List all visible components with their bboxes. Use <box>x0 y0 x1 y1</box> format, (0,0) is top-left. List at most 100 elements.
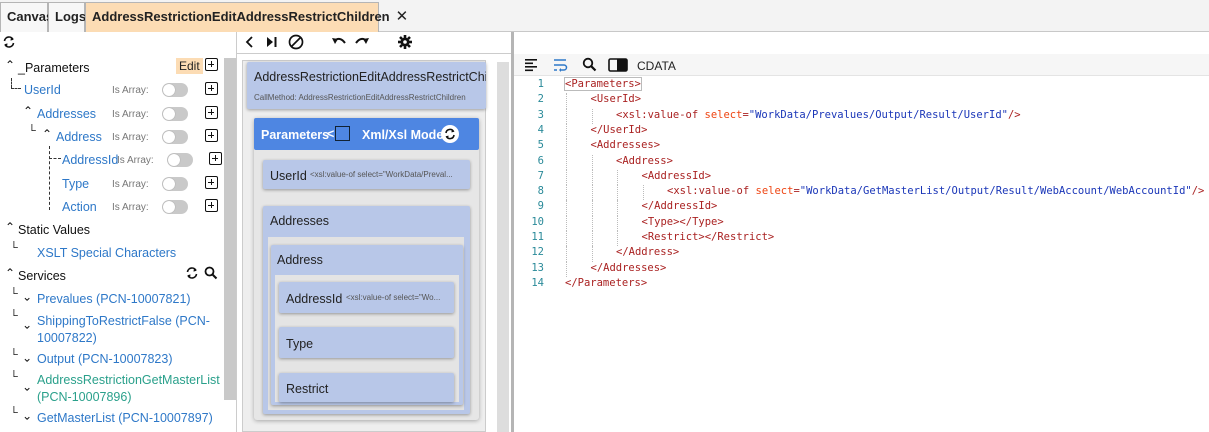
code-line[interactable]: <xsl:value-of select="WorkData/Prevalues… <box>616 109 1021 121</box>
code-line[interactable]: <Addresses> <box>591 139 661 151</box>
add-parameter-icon[interactable] <box>205 58 218 71</box>
param-addresses[interactable]: Addresses <box>37 107 96 121</box>
left-scrollbar[interactable] <box>224 58 236 400</box>
code-line[interactable]: </UserId> <box>591 124 648 136</box>
code-line[interactable]: <xsl:value-of select="WorkData/GetMaster… <box>667 185 1204 197</box>
step-forward-icon[interactable] <box>265 35 279 49</box>
chevron-down-icon[interactable]: ⌃ <box>22 350 32 364</box>
add-child-icon[interactable] <box>205 82 218 95</box>
tree-line <box>49 158 61 159</box>
refresh-services-icon[interactable] <box>185 266 199 280</box>
param-card-addressid[interactable]: AddressId <xsl:value-of select="Wo... <box>279 282 454 313</box>
gear-icon[interactable] <box>397 34 413 50</box>
code-line[interactable]: <AddressId> <box>642 170 712 182</box>
code-line[interactable]: </Parameters> <box>565 277 647 289</box>
param-card-userid[interactable]: UserId <xsl:value-of select="WorkData/Pr… <box>263 160 470 189</box>
refresh-icon[interactable] <box>2 35 16 49</box>
code-line[interactable]: <Type></Type> <box>642 216 724 228</box>
redo-icon[interactable] <box>353 35 371 49</box>
add-child-icon[interactable] <box>205 176 218 189</box>
word-wrap-icon[interactable] <box>553 58 568 72</box>
service-output[interactable]: Output (PCN-10007823) <box>37 352 173 366</box>
is-array-toggle[interactable] <box>162 200 188 214</box>
add-child-icon[interactable] <box>205 129 218 142</box>
line-number: 5 <box>537 139 544 152</box>
services-label: Services <box>18 269 66 283</box>
code-line[interactable]: <Address> <box>616 155 673 167</box>
param-addressid[interactable]: AddressId <box>62 153 118 167</box>
undo-icon[interactable] <box>330 35 348 49</box>
is-array-toggle[interactable] <box>162 83 188 97</box>
add-child-icon[interactable] <box>205 106 218 119</box>
method-card[interactable]: AddressRestrictionEditAddressRestrictChi… <box>247 62 486 109</box>
code-line[interactable]: </Addresses> <box>591 262 667 274</box>
chevron-left-icon[interactable] <box>245 35 255 49</box>
add-child-icon[interactable] <box>209 152 222 165</box>
is-array-toggle[interactable] <box>167 153 193 167</box>
indent-guide <box>566 123 567 140</box>
is-array-label: Is Array: <box>112 132 149 143</box>
service-getmasterlist-restriction-line2[interactable]: (PCN-10007896) <box>37 390 132 404</box>
chevron-down-icon[interactable]: ⌃ <box>22 289 32 303</box>
code-line[interactable]: <Parameters> <box>564 77 642 91</box>
service-getmasterlist[interactable]: GetMasterList (PCN-10007897) <box>37 411 213 425</box>
code-line[interactable]: </Address> <box>616 246 679 258</box>
chevron-down-icon[interactable]: ⌃ <box>22 408 32 422</box>
param-type[interactable]: Type <box>62 177 89 191</box>
line-number: 9 <box>537 200 544 213</box>
stop-icon[interactable] <box>288 34 304 50</box>
code-line[interactable]: </AddressId> <box>642 200 718 212</box>
indent-guide <box>591 108 593 124</box>
code-line[interactable]: <Restrict></Restrict> <box>642 231 775 243</box>
checkbox[interactable] <box>335 126 350 141</box>
chevron-up-icon[interactable]: ⌃ <box>5 58 15 72</box>
param-action[interactable]: Action <box>62 200 97 214</box>
indent-guide <box>617 200 618 216</box>
chevron-up-icon[interactable]: ⌃ <box>5 266 15 280</box>
search-services-icon[interactable] <box>204 266 218 280</box>
add-child-icon[interactable] <box>205 199 218 212</box>
format-align-icon[interactable] <box>524 58 538 72</box>
chevron-up-icon[interactable]: ⌃ <box>42 127 52 141</box>
code-editor[interactable]: 1 <Parameters> 2 <UserId> 3 <xsl:value-of sel… <box>514 76 1209 432</box>
chevron-up-icon[interactable]: ⌃ <box>5 220 15 234</box>
line-number: 8 <box>537 185 544 198</box>
tree-elbow: └ <box>10 349 18 361</box>
tab-canvas[interactable]: Canvas <box>0 2 53 32</box>
service-prevalues[interactable]: Prevalues (PCN-10007821) <box>37 292 191 306</box>
is-array-toggle[interactable] <box>162 107 188 121</box>
service-shipping-line2[interactable]: 10007822) <box>37 331 97 345</box>
chevron-up-icon[interactable]: ⌃ <box>23 104 33 118</box>
tab-active-document[interactable]: AddressRestrictionEditAddressRestrictChi… <box>85 2 408 32</box>
chevron-down-icon[interactable]: ⌃ <box>22 317 32 331</box>
indent-guide <box>566 93 567 109</box>
code-line[interactable]: <UserId> <box>591 93 642 105</box>
service-getmasterlist-restriction-line1[interactable]: AddressRestrictionGetMasterList <box>37 373 220 387</box>
line-number: 3 <box>537 108 544 121</box>
collapse-arrow-icon[interactable]: < <box>327 127 334 141</box>
param-card-addressid-label: AddressId <box>286 292 343 306</box>
mode-label: Xml/Xsl Mode <box>362 128 444 142</box>
tab-logs[interactable]: Logs <box>48 2 86 32</box>
cdata-button[interactable]: CDATA <box>637 59 676 73</box>
is-array-toggle[interactable] <box>162 177 188 191</box>
service-shipping-line1[interactable]: ShippingToRestrictFalse (PCN- <box>37 314 210 328</box>
is-array-label: Is Array: <box>112 109 149 120</box>
param-card-restrict[interactable]: Restrict <box>279 373 454 402</box>
param-userid[interactable]: UserId <box>24 83 61 97</box>
indent-guide <box>617 185 618 201</box>
close-tab-icon[interactable]: ✕ <box>396 8 409 25</box>
line-number: 10 <box>531 215 544 228</box>
param-card-type[interactable]: Type <box>279 327 454 358</box>
is-array-toggle[interactable] <box>162 130 188 144</box>
panel-toggle-icon[interactable] <box>608 58 628 72</box>
param-address[interactable]: Address <box>56 130 102 144</box>
search-icon[interactable] <box>582 57 597 72</box>
toggle-mode-icon[interactable] <box>441 125 459 143</box>
canvas-scrollbar[interactable] <box>497 62 509 432</box>
indent-guide <box>617 215 618 231</box>
static-item-xslt[interactable]: XSLT Special Characters <box>37 246 176 260</box>
tree-elbow: └ <box>10 371 18 383</box>
chevron-down-icon[interactable]: ⌃ <box>22 379 32 393</box>
edit-button[interactable]: Edit <box>176 58 203 74</box>
